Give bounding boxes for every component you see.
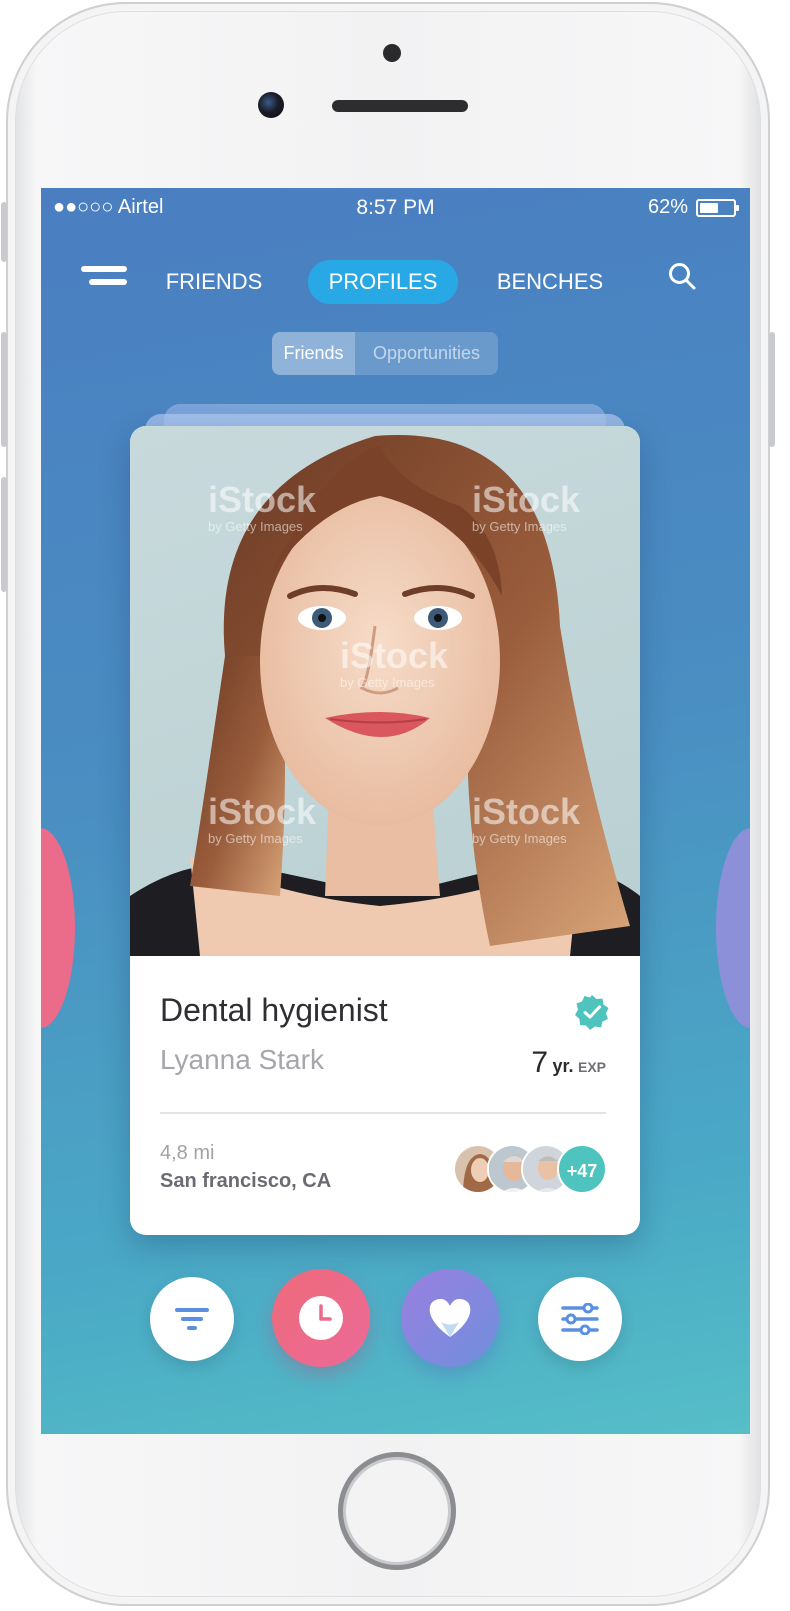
location: San francisco, CA [160, 1170, 332, 1192]
segment-friends[interactable]: Friends [272, 332, 355, 375]
watermark: iStock by Getty Images [472, 479, 581, 534]
watermark: iStock by Getty Images [208, 791, 317, 846]
history-button[interactable] [272, 1269, 370, 1367]
watermark: iStock by Getty Images [472, 791, 581, 846]
right-card-peek[interactable] [716, 828, 750, 1028]
mutual-connections[interactable]: +47 [453, 1144, 609, 1196]
experience-unit-exp: EXP [577, 1059, 606, 1075]
more-connections-badge: +47 [557, 1144, 607, 1194]
mute-switch [1, 202, 7, 262]
left-card-peek[interactable] [41, 828, 75, 1028]
profile-photo: iStock by Getty Images iStock by Getty Ima… [130, 426, 640, 956]
card-divider [160, 1112, 606, 1114]
segment-control: Friends Opportunities [272, 332, 498, 375]
app-screen: ●●○○○ Airtel 8:57 PM 62% FRIENDS PROFILE… [41, 188, 750, 1434]
battery-status: 62% [647, 196, 739, 219]
verified-badge-icon [575, 995, 609, 1030]
experience: 7 yr. EXP [531, 1046, 606, 1080]
profile-name: Lyanna Stark [160, 1044, 324, 1075]
filter-icon [175, 1308, 209, 1330]
hamburger-icon[interactable] [79, 266, 127, 290]
proximity-sensor [383, 44, 401, 62]
clock-icon [299, 1296, 343, 1340]
sliders-icon [561, 1303, 599, 1335]
experience-value: 7 [531, 1046, 549, 1079]
status-bar: ●●○○○ Airtel 8:57 PM 62% [41, 188, 750, 224]
segment-opportunities[interactable]: Opportunities [355, 332, 498, 375]
filter-button[interactable] [150, 1277, 234, 1361]
experience-unit-yr: yr. [552, 1056, 574, 1076]
watermark: iStock by Getty Images [340, 635, 449, 690]
job-title: Dental hygienist [160, 992, 388, 1028]
earpiece-speaker [332, 100, 468, 112]
battery-percent: 62% [647, 196, 688, 218]
tab-profiles[interactable]: PROFILES [308, 260, 458, 304]
like-button[interactable] [401, 1269, 499, 1367]
battery-icon [696, 198, 739, 217]
tab-friends[interactable]: FRIENDS [153, 260, 275, 304]
watermark: iStock by Getty Images [208, 479, 317, 534]
status-time: 8:57 PM [356, 196, 435, 219]
volume-up-button [1, 332, 7, 447]
volume-down-button [1, 477, 7, 592]
tab-benches[interactable]: BENCHES [489, 260, 611, 304]
battery-fill [700, 202, 719, 213]
home-button[interactable] [338, 1452, 456, 1570]
heart-icon [429, 1298, 471, 1337]
distance: 4,8 mi [160, 1142, 215, 1164]
search-icon[interactable] [667, 261, 697, 291]
power-button [769, 332, 775, 447]
profile-card[interactable]: iStock by Getty Images iStock by Getty Ima… [130, 426, 640, 1235]
front-camera [258, 92, 284, 118]
settings-button[interactable] [538, 1277, 622, 1361]
